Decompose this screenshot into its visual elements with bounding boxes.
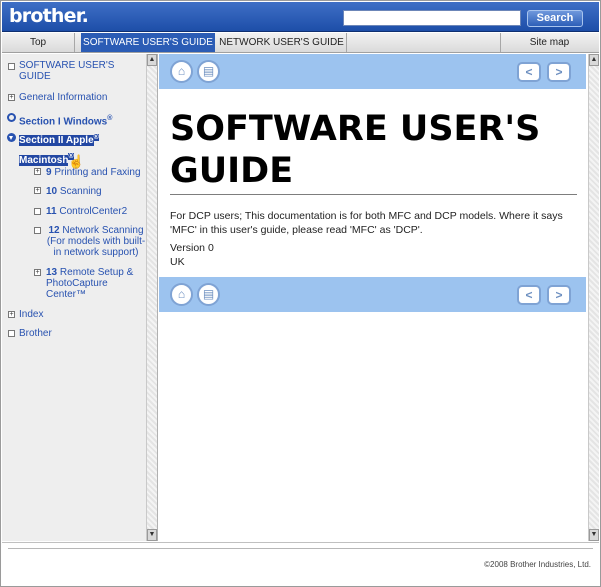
sidebar-item-printing-and-faxing[interactable]: 9 Printing and Faxing [46,167,141,178]
page-title-line2: GUIDE [170,151,294,191]
home-icon[interactable]: ⌂ [170,60,193,83]
scroll-up-arrow-icon[interactable]: ▲ [147,54,157,66]
book-icon[interactable]: ▤ [197,283,220,306]
tab-top[interactable]: Top [2,33,75,52]
sidebar-item-label: Scanning [59,186,102,197]
bottom-toolbar: ⌂ ▤ < > [159,277,586,312]
sidebar-item-section-2-apple-macintosh[interactable]: Section II Apple® Macintosh® [19,132,99,166]
next-page-button[interactable]: > [547,285,571,305]
section-expanded-bullet-icon [7,133,16,142]
intro-line1: For DCP users; This documentation is for… [170,210,563,222]
tab-bar: Top SOFTWARE USER'S GUIDE NETWORK USER'S… [2,33,599,53]
home-icon[interactable]: ⌂ [170,283,193,306]
page-title: SOFTWARE USER'S GUIDE [170,108,577,195]
browser-window: brother. Search Top SOFTWARE USER'S GUID… [0,0,601,587]
content-pane: ⌂ ▤ < > SOFTWARE USER'S GUIDE For DCP us… [159,54,599,541]
sidebar-item-label: Network Scanning [62,225,144,236]
chapter-number: 10 [46,186,58,197]
sidebar-item-label: Remote Setup & [59,267,134,278]
sidebar-scrollbar[interactable]: ▲ ▼ [146,54,157,541]
expand-plus-icon[interactable]: + [8,94,15,101]
sidebar-item-label-line2: PhotoCapture [46,278,108,289]
collapsed-box-icon [34,208,41,215]
search-input[interactable] [343,10,521,26]
tab-software-users-guide[interactable]: SOFTWARE USER'S GUIDE [81,33,215,52]
copyright-text: ©2008 Brother Industries, Ltd. [484,560,591,569]
scroll-up-arrow-icon[interactable]: ▲ [589,54,599,66]
intro-line2: 'MFC' in this user's guide, please read … [170,224,423,236]
sidebar-item-section-1-windows[interactable]: Section I Windows® [19,113,112,127]
collapsed-box-icon [8,63,15,70]
sidebar-item-index[interactable]: Index [19,309,43,320]
chapter-number: 13 [46,267,58,278]
top-toolbar: ⌂ ▤ < > [159,54,586,89]
sidebar-item-label-line3: Center™ [46,289,87,300]
sidebar-item-label-line2: Macintosh [19,154,69,166]
sidebar-item-software-users-guide[interactable]: SOFTWARE USER'S GUIDE [19,60,137,82]
tab-network-users-guide[interactable]: NETWORK USER'S GUIDE [217,33,347,52]
sidebar-item-label-line3: in network support) [53,247,139,258]
chapter-number: 9 [46,167,52,178]
collapsed-box-icon [34,227,41,234]
collapsed-box-icon [8,330,15,337]
scroll-down-arrow-icon[interactable]: ▼ [589,529,599,541]
sidebar-item-label: Section II Apple [19,135,94,147]
expand-plus-icon[interactable]: + [34,187,41,194]
book-icon[interactable]: ▤ [197,60,220,83]
previous-page-button[interactable]: < [517,285,541,305]
sidebar-item-label: Printing and Faxing [54,167,141,178]
expand-plus-icon[interactable]: + [34,168,41,175]
sidebar-item-label-line2: (For models with built- [46,236,146,247]
expand-plus-icon[interactable]: + [34,269,41,276]
registered-mark: ® [93,134,99,141]
region-text: UK [170,256,185,268]
footer: ©2008 Brother Industries, Ltd. [2,542,599,586]
page-title-line1: SOFTWARE USER'S [170,109,541,149]
sidebar-item-label: Section I Windows [19,116,108,128]
chapter-number: 11 [46,206,57,217]
sidebar-item-remote-setup[interactable]: 13 Remote Setup & PhotoCapture Center™ [46,267,136,300]
next-page-button[interactable]: > [547,62,571,82]
header-bar: brother. Search [2,2,599,32]
chapter-number: 12 [48,225,60,236]
sidebar-item-brother[interactable]: Brother [19,328,52,339]
expand-plus-icon[interactable]: + [8,311,15,318]
content-scrollbar[interactable]: ▲ ▼ [588,54,599,541]
footer-divider [8,548,593,549]
sidebar-item-scanning[interactable]: 10 Scanning [46,186,102,197]
sidebar-nav: SOFTWARE USER'S GUIDE + General Informat… [2,54,158,541]
brother-logo: brother. [9,5,89,27]
tab-site-map[interactable]: Site map [500,33,598,52]
scroll-down-arrow-icon[interactable]: ▼ [147,529,157,541]
sidebar-item-general-information[interactable]: General Information [19,92,107,103]
registered-mark: ® [107,115,113,122]
previous-page-button[interactable]: < [517,62,541,82]
sidebar-item-controlcenter2[interactable]: 11 ControlCenter2 [46,206,127,217]
sidebar-item-network-scanning[interactable]: 12 Network Scanning (For models with bui… [46,225,146,258]
sidebar-item-label: ControlCenter2 [59,206,128,217]
version-text: Version 0 [170,242,214,254]
intro-paragraph: For DCP users; This documentation is for… [170,209,583,237]
section-bullet-icon [7,113,16,122]
search-button[interactable]: Search [527,10,583,27]
